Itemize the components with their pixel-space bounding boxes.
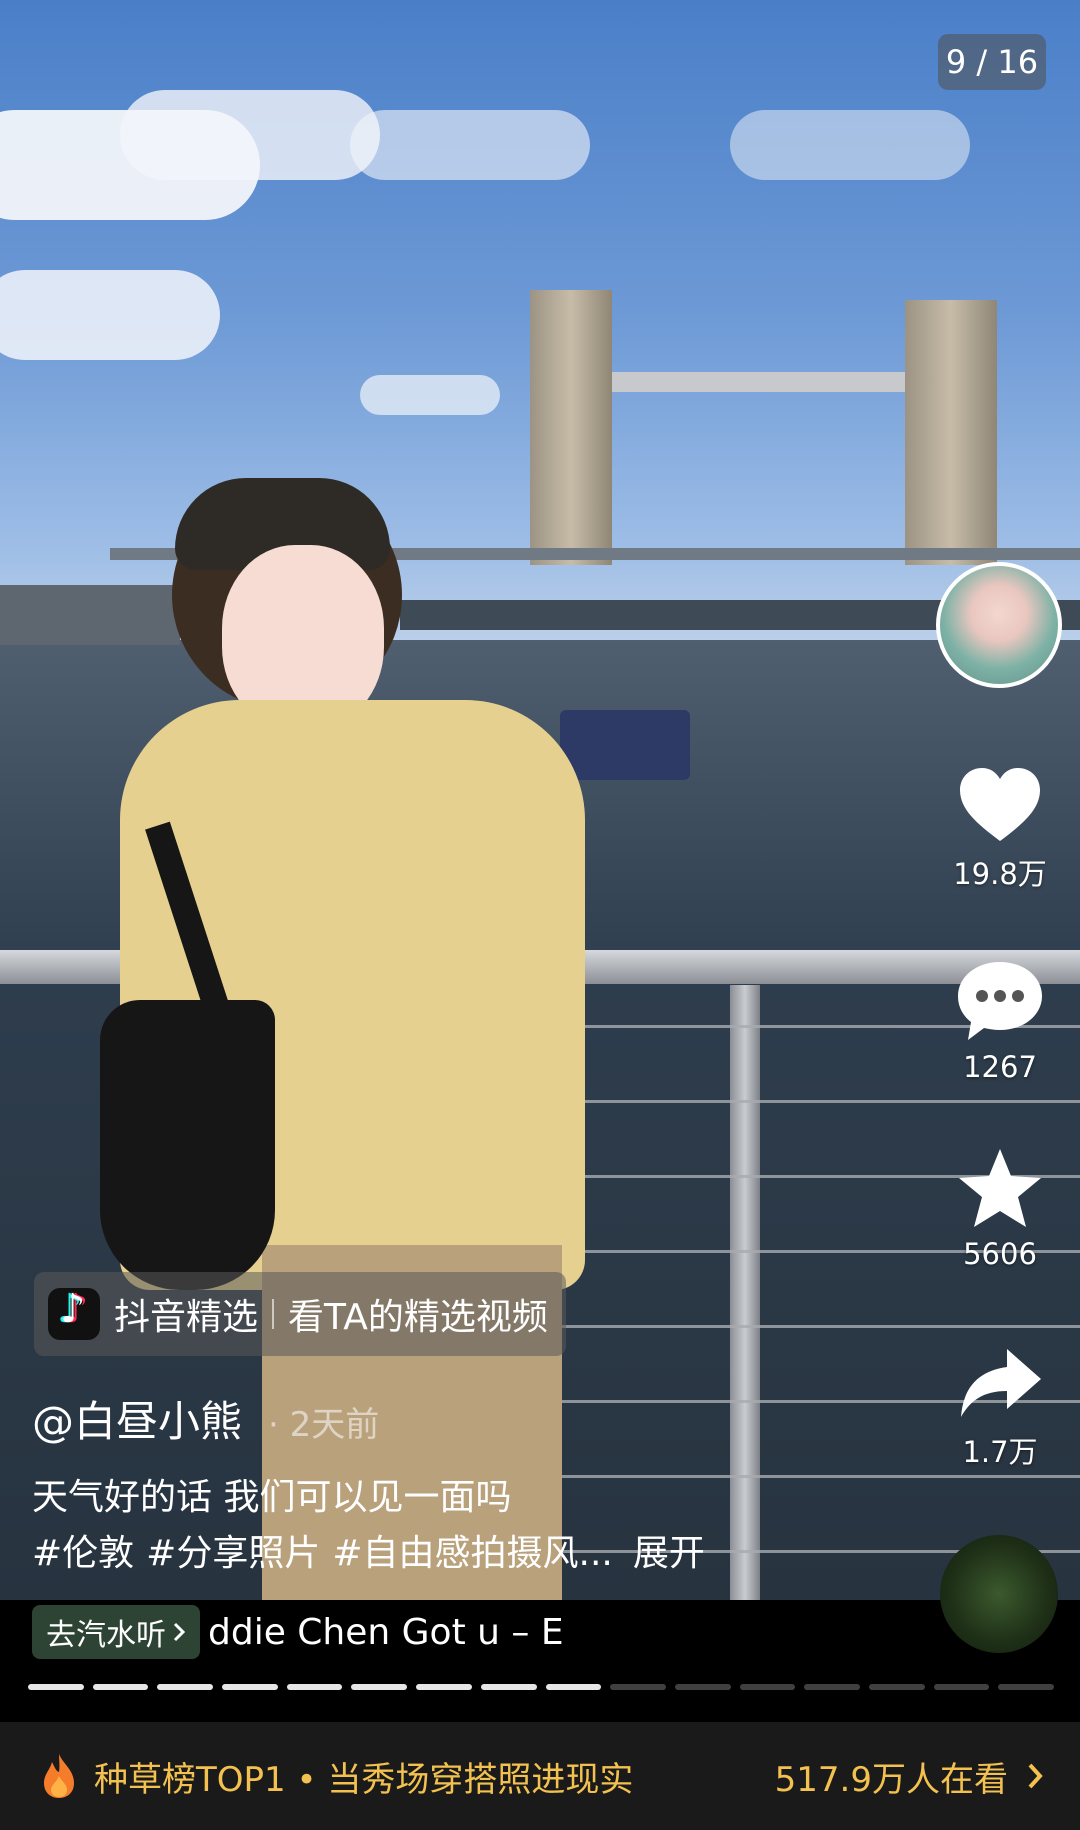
hashtag[interactable]: #分享照片 <box>146 1533 320 1574</box>
chevron-right-icon <box>1028 1763 1043 1789</box>
favorite-count: 5606 <box>963 1237 1037 1271</box>
progress-segment <box>998 1684 1054 1690</box>
like-count: 19.8万 <box>953 857 1047 891</box>
cloud <box>360 375 500 415</box>
flame-icon <box>44 1754 74 1798</box>
image-page-counter: 9 / 16 <box>938 34 1046 90</box>
star-icon <box>959 1149 1041 1227</box>
comment-count: 1267 <box>963 1050 1037 1084</box>
bridge-tower-right <box>905 300 997 565</box>
author-name[interactable]: @白昼小熊 <box>32 1388 242 1449</box>
share-button[interactable]: 1.7万 <box>935 1345 1065 1471</box>
hashtag[interactable]: #伦敦 <box>32 1533 134 1574</box>
comment-icon <box>958 962 1042 1040</box>
progress-segment <box>933 1684 990 1690</box>
bridge-tower-left <box>530 290 612 565</box>
share-icon <box>961 1349 1041 1417</box>
post-photo[interactable] <box>0 0 1080 1600</box>
progress-segment <box>545 1684 602 1690</box>
author-row: @白昼小熊 · 2天前 <box>32 1388 379 1449</box>
progress-segment <box>92 1684 149 1690</box>
progress-segment <box>610 1684 666 1690</box>
heart-icon <box>960 768 1040 841</box>
progress-segment <box>28 1684 84 1690</box>
progress-segment <box>674 1684 731 1690</box>
music-disc[interactable] <box>940 1535 1058 1653</box>
chip-link: 看TA的精选视频 <box>288 1297 548 1338</box>
trending-banner[interactable]: 种草榜TOP1 • 当秀场穿搭照进现实 517.9万人在看 <box>0 1722 1080 1830</box>
listen-in-qishui-button[interactable]: 去汽水听 <box>32 1605 200 1659</box>
black-bag <box>100 1000 275 1290</box>
caption-text: 天气好的话 我们可以见一面吗 <box>32 1477 512 1518</box>
tiktok-logo-icon: ♪ <box>48 1286 100 1340</box>
progress-segment <box>157 1684 214 1690</box>
progress-segment <box>222 1684 278 1690</box>
pier <box>0 585 180 645</box>
expand-link[interactable]: 展开 <box>633 1533 705 1574</box>
progress-segment <box>416 1684 472 1690</box>
post-time: · 2天前 <box>268 1405 380 1445</box>
progress-segment <box>351 1684 408 1690</box>
music-title[interactable]: ddie Chen Got u – E <box>208 1612 828 1653</box>
cloud <box>350 110 590 180</box>
progress-segment <box>286 1684 343 1690</box>
hashtag-row: #伦敦 #分享照片 #自由感拍摄风... 展开 <box>32 1526 792 1582</box>
cloud <box>120 90 380 180</box>
post-screen: 9 / 16 19.8万 1267 5606 1.7万 ♪ 抖音精选 看TA的精… <box>0 0 1080 1830</box>
favorite-button[interactable]: 5606 <box>935 1145 1065 1271</box>
post-caption: 天气好的话 我们可以见一面吗 #伦敦 #分享照片 #自由感拍摄风... 展开 <box>32 1470 792 1582</box>
banner-viewer-count: 517.9万人在看 <box>774 1759 1008 1800</box>
cloud <box>730 110 970 180</box>
chip-divider <box>272 1299 275 1329</box>
progress-segment <box>480 1684 537 1690</box>
comment-button[interactable]: 1267 <box>935 958 1065 1084</box>
hashtag[interactable]: #自由感拍摄风... <box>332 1533 613 1574</box>
music-chip-label: 去汽水听 <box>46 1618 166 1653</box>
bridge-walkway <box>612 372 905 392</box>
boat <box>560 710 690 780</box>
douyin-selection-chip[interactable]: ♪ 抖音精选 看TA的精选视频 <box>34 1272 566 1356</box>
image-progress-bar <box>28 1684 1054 1690</box>
like-button[interactable]: 19.8万 <box>935 765 1065 893</box>
cloud <box>0 270 220 360</box>
chevron-right-icon <box>173 1622 186 1642</box>
chip-brand: 抖音精选 <box>114 1297 259 1338</box>
music-row: 去汽水听 ddie Chen Got u – E <box>0 1596 940 1668</box>
progress-segment <box>739 1684 796 1690</box>
share-count: 1.7万 <box>962 1435 1038 1469</box>
author-avatar[interactable] <box>936 562 1062 688</box>
progress-segment <box>868 1684 925 1690</box>
progress-segment <box>804 1684 860 1690</box>
banner-title: 种草榜TOP1 • 当秀场穿搭照进现实 <box>94 1759 634 1800</box>
